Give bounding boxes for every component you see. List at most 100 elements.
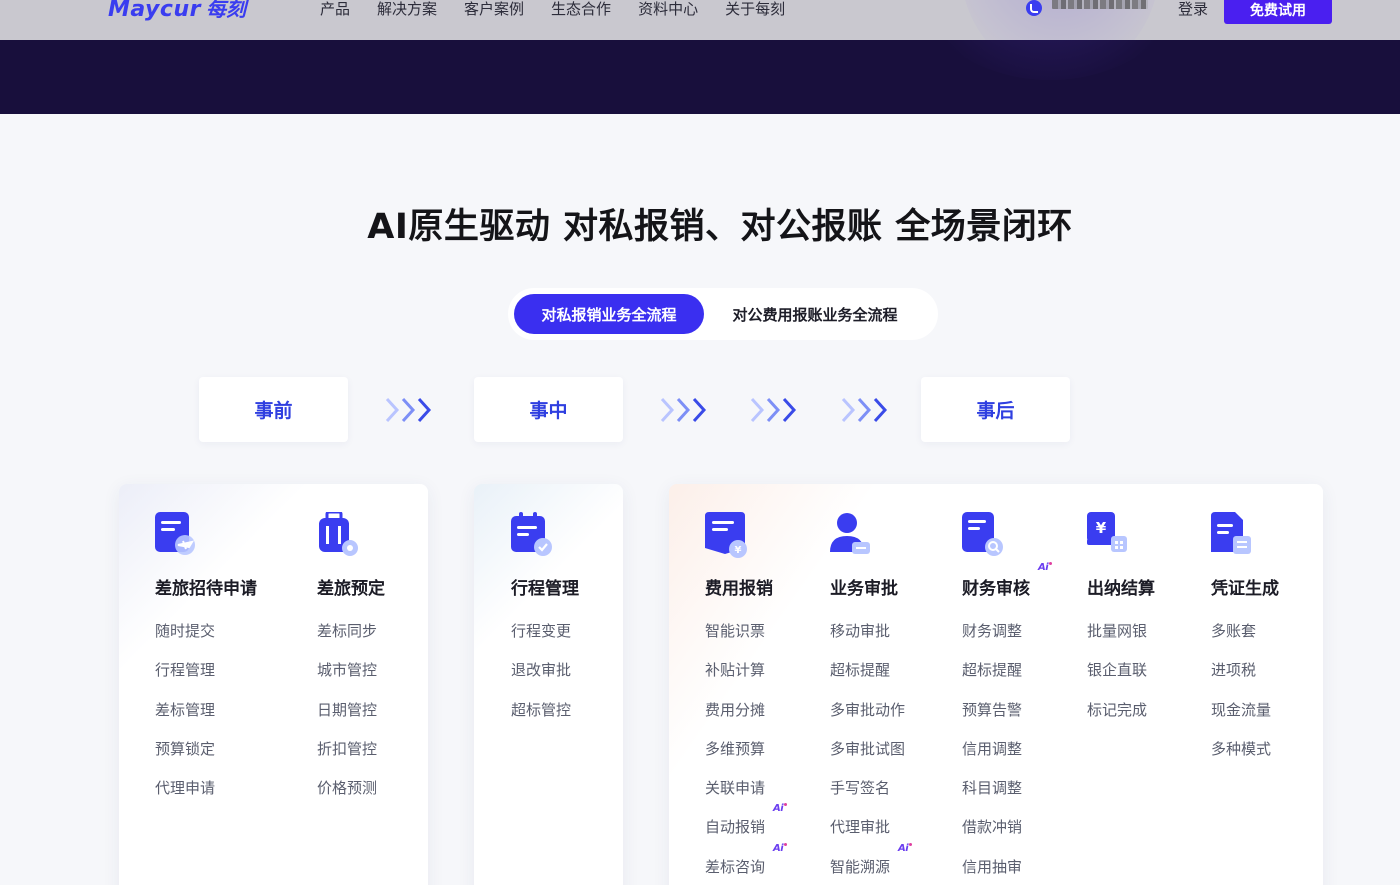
top-navigation: Maycur 每刻 产品 解决方案 客户案例 生态合作 资料中心 关于每刻 登录… [0,0,1400,40]
column-title: 行程管理 [511,579,579,599]
chevron-arrows-icon [750,397,797,423]
list-item: 标记完成 [1087,700,1148,719]
list-item: 代理申请 [155,779,216,798]
chevron-arrows-icon [841,397,888,423]
tab-corporate-expense[interactable]: 对公费用报账业务全流程 [704,294,926,334]
column-title: 费用报销 [705,579,773,599]
list-item: 城市管控 [317,661,378,680]
stage-after: 事后 [921,377,1070,442]
list-item: 价格预测 [317,779,378,798]
column-title-label: 财务审核 [962,579,1030,599]
phone-icon [1026,0,1042,16]
card-pre-trip: 差旅招待申请 随时提交 行程管理 差标管理 预算锁定 代理申请 差旅预定 差标同… [119,484,428,885]
stage-before: 事前 [199,377,348,442]
approval-icon [830,513,870,554]
ai-badge: Ai [898,842,913,854]
list-item: 超标提醒 [962,661,1023,680]
process-tabs: 对私报销业务全流程 对公费用报账业务全流程 [508,288,938,340]
chevron-arrows-icon [660,397,707,423]
list-item: 信用调整 [962,739,1023,758]
column-title: 业务审批 [830,579,898,599]
list-item: 移动审批 [830,622,891,640]
column-title: 差旅招待申请 [155,579,257,599]
main-menu: 产品 解决方案 客户案例 生态合作 资料中心 关于每刻 [320,0,812,20]
list-item: 超标提醒 [830,661,891,680]
list-item: 预算告警 [962,700,1023,719]
list-item: 进项税 [1211,661,1257,680]
list-item: 折扣管控 [317,739,378,758]
list-item: 行程管理 [155,661,216,680]
settlement-icon: ¥ [1087,512,1127,552]
login-link[interactable]: 登录 [1178,0,1208,18]
nav-item-about[interactable]: 关于每刻 [725,0,785,20]
list-item: 代理审批 [830,818,891,837]
column-title: 出纳结算 [1087,579,1155,599]
ai-badge: Ai [773,803,788,815]
list-item: 多种模式 [1211,739,1272,758]
chevron-arrows-icon [385,397,432,423]
nav-item-resources[interactable]: 资料中心 [638,0,698,20]
list-item: 智能识票 [705,622,766,640]
list-item: 银企直联 [1087,661,1148,680]
maycur-logo[interactable]: Maycur 每刻 [108,0,246,25]
list-item: 补贴计算 [705,661,766,680]
list-item: 多维预算 [705,739,766,758]
travel-request-icon [155,512,195,555]
section-headline: AI原生驱动 对私报销、对公报账 全场景闭环 [367,207,1073,247]
list-item: 退改审批 [511,661,572,680]
main-section: AI原生驱动 对私报销、对公报账 全场景闭环 对私报销业务全流程 对公费用报账业… [0,114,1400,885]
svg-text:¥: ¥ [1096,519,1107,537]
logo-wordmark: Maycur [108,0,201,22]
list-item-label: 自动报销 [705,818,766,837]
list-item: 多审批试图 [830,739,906,758]
column-title: 财务审核 Ai [962,562,1053,599]
nav-item-solutions[interactable]: 解决方案 [377,0,437,20]
list-item: 智能溯源 Ai [830,842,913,885]
list-item: 费用分摊 [705,700,766,719]
list-item: 差标咨询 Ai [705,842,788,885]
hero-glow-decoration [900,40,1200,80]
nav-item-cases[interactable]: 客户案例 [464,0,524,20]
svg-text:¥: ¥ [735,545,742,556]
list-item-label: 差标咨询 [705,857,766,876]
ai-badge: Ai [1038,562,1053,573]
phone-number-blurred [1052,0,1148,9]
tab-private-reimbursement[interactable]: 对私报销业务全流程 [514,294,704,334]
nav-item-ecosystem[interactable]: 生态合作 [551,0,611,20]
hero-band [0,40,1400,114]
list-item: 关联申请 [705,779,766,798]
phone-contact[interactable] [1026,0,1148,16]
card-post-trip: ¥ 费用报销 智能识票 补贴计算 费用分摊 多维预算 关联申请 自动报销 Ai 差… [669,484,1323,885]
list-item: 批量网银 [1087,622,1148,640]
list-item: 手写签名 [830,779,891,798]
list-item: 随时提交 [155,622,216,640]
expense-claim-icon: ¥ [705,512,747,558]
list-item: 日期管控 [317,700,378,719]
column-title: 凭证生成 [1211,579,1279,599]
card-during-trip: 行程管理 行程变更 退改审批 超标管控 [474,484,623,885]
list-item: 超标管控 [511,700,572,719]
list-item: 信用抽审 [962,857,1023,876]
list-item: 多账套 [1211,622,1257,640]
itinerary-icon [511,512,552,556]
nav-item-products[interactable]: 产品 [320,0,350,20]
logo-chinese: 每刻 [205,0,246,21]
voucher-icon [1211,512,1251,554]
ai-badge: Ai [773,842,788,854]
finance-audit-icon [962,512,1003,556]
list-item: 预算锁定 [155,739,216,758]
stage-during: 事中 [474,377,623,442]
column-title: 差旅预定 [317,579,385,599]
list-item: 科目调整 [962,779,1023,798]
list-item: 差标管理 [155,700,216,719]
list-item: 现金流量 [1211,700,1272,719]
list-item: 财务调整 [962,622,1023,640]
free-trial-button[interactable]: 免费试用 [1224,0,1332,24]
list-item: 多审批动作 [830,700,906,719]
list-item: 行程变更 [511,622,572,640]
list-item: 借款冲销 [962,818,1023,837]
list-item: 差标同步 [317,622,378,640]
travel-booking-icon [319,512,358,556]
list-item-label: 智能溯源 [830,857,891,876]
list-item: 自动报销 Ai [705,803,788,855]
